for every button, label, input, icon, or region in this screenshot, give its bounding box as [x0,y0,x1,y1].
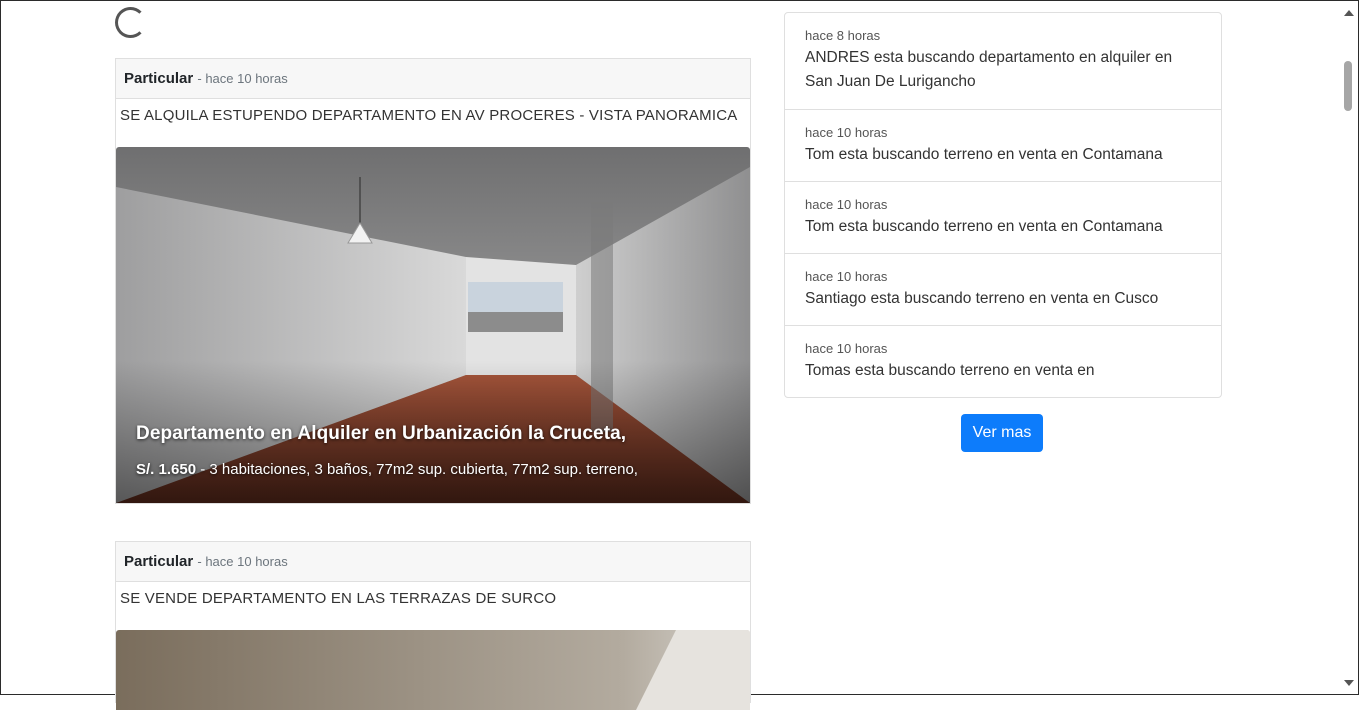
feed-item-text: Tomas esta buscando terreno en venta en [805,362,1095,379]
room-photo-image [116,630,750,710]
feed-item-text: Tom esta buscando terreno en venta en Co… [805,218,1163,235]
listing-time: - hace 10 horas [197,554,288,569]
listing-card-header: Particular - hace 10 horas [116,542,750,582]
feed-item-text: Tom esta buscando terreno en venta en Co… [805,146,1163,163]
feed-item[interactable]: hace 10 horas Tom esta buscando terreno … [785,110,1221,182]
page-frame: Particular - hace 10 horas SE ALQUILA ES… [0,0,1359,710]
activity-feed: hace 8 horas ANDRES esta buscando depart… [784,12,1222,398]
listing-card: Particular - hace 10 horas SE ALQUILA ES… [115,58,751,504]
ver-mas-button[interactable]: Ver mas [961,414,1043,452]
feed-item[interactable]: hace 10 horas Tomas esta buscando terren… [785,326,1221,397]
listing-author: Particular [124,553,194,570]
feed-item-time: hace 10 horas [805,125,888,140]
scrollbar-thumb[interactable] [1344,61,1352,111]
listing-description: SE ALQUILA ESTUPENDO DEPARTAMENTO EN AV … [120,107,738,124]
scroll-down-arrow-icon[interactable] [1344,680,1354,686]
listing-author: Particular [124,70,194,87]
feed-item[interactable]: hace 10 horas Tom esta buscando terreno … [785,182,1221,254]
listing-price: S/. 1.650 [136,461,197,478]
listing-features: - 3 habitaciones, 3 baños, 77m2 sup. cub… [196,461,638,478]
feed-item-time: hace 10 horas [805,269,888,284]
listing-time: - hace 10 horas [197,71,288,86]
feed-item[interactable]: hace 10 horas Santiago esta buscando ter… [785,254,1221,326]
listing-overlay-details: S/. 1.650 - 3 habitaciones, 3 baños, 77m… [136,461,638,478]
listing-card: Particular - hace 10 horas SE VENDE DEPA… [115,541,751,710]
feed-item-time: hace 10 horas [805,197,888,212]
feed-item-time: hace 8 horas [805,28,881,43]
listing-card-header: Particular - hace 10 horas [116,59,750,99]
listing-photo[interactable] [116,630,750,710]
feed-item-time: hace 10 horas [805,341,888,356]
listing-photo[interactable]: Departamento en Alquiler en Urbanización… [116,147,750,503]
scroll-up-arrow-icon[interactable] [1344,10,1354,16]
feed-item-text: ANDRES esta buscando departamento en alq… [805,49,1173,90]
feed-item-text: Santiago esta buscando terreno en venta … [805,290,1159,307]
listing-description: SE VENDE DEPARTAMENTO EN LAS TERRAZAS DE… [120,590,557,607]
feed-item[interactable]: hace 8 horas ANDRES esta buscando depart… [785,13,1221,110]
vertical-scrollbar[interactable] [1341,2,1356,694]
room-photo-image [116,147,750,503]
listing-overlay-title[interactable]: Departamento en Alquiler en Urbanización… [136,423,626,445]
loading-spinner-icon [115,7,146,38]
